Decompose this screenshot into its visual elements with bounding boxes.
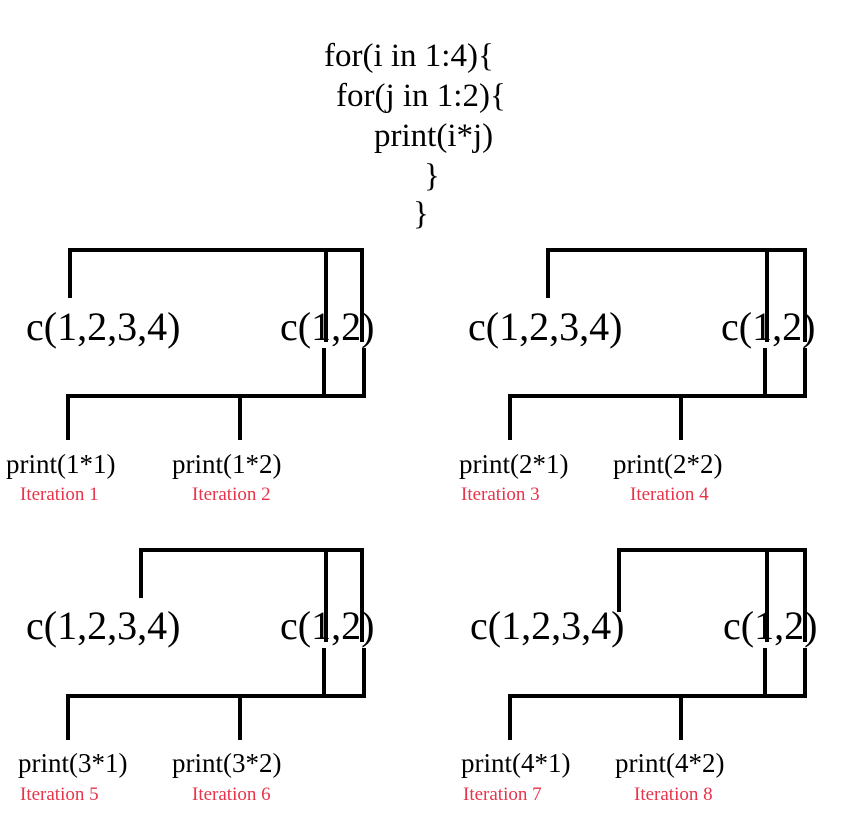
code-line-inner-close: } (424, 158, 440, 194)
code-block: for(i in 1:4){ for(j in 1:2){ print(i*j)… (0, 0, 841, 240)
print-call-1: print(4*1) (461, 748, 571, 778)
inner-loop-return-line (66, 648, 366, 740)
iteration-label-2: Iteration 6 (192, 784, 271, 805)
inner-vector: c(1,2) (723, 603, 818, 648)
outer-vector: c(1,2,3,4) (26, 603, 181, 648)
inner-vector: c(1,2) (721, 304, 816, 349)
outer-vector: c(1,2,3,4) (470, 603, 625, 648)
iteration-panel-i2: c(1,2,3,4) c(1,2) print(2*1) Iteration 3… (441, 240, 841, 530)
code-line-print: print(i*j) (374, 118, 494, 154)
code-line-inner-for: for(j in 1:2){ (336, 78, 506, 114)
iteration-label-1: Iteration 7 (463, 784, 542, 805)
iteration-label-1: Iteration 3 (461, 484, 540, 505)
outer-vector: c(1,2,3,4) (468, 304, 623, 349)
iteration-label-2: Iteration 4 (630, 484, 709, 505)
code-line-outer-for: for(i in 1:4){ (324, 38, 494, 74)
print-call-1: print(2*1) (459, 449, 569, 479)
iteration-label-1: Iteration 1 (20, 484, 99, 505)
inner-vector: c(1,2) (280, 603, 375, 648)
iteration-label-1: Iteration 5 (20, 784, 99, 805)
print-call-1: print(1*1) (6, 449, 116, 479)
print-call-2: print(3*2) (172, 748, 282, 778)
iteration-label-2: Iteration 8 (634, 784, 713, 805)
inner-loop-return-line (508, 348, 807, 440)
inner-loop-return-line (508, 648, 807, 740)
outer-vector: c(1,2,3,4) (26, 304, 181, 349)
code-line-outer-close: } (413, 196, 429, 232)
iteration-label-2: Iteration 2 (192, 484, 271, 505)
print-call-2: print(2*2) (613, 449, 723, 479)
iteration-panel-i4: c(1,2,3,4) c(1,2) print(4*1) Iteration 7… (441, 540, 841, 830)
inner-loop-return-line (66, 348, 366, 440)
print-call-2: print(1*2) (172, 449, 282, 479)
print-call-2: print(4*2) (615, 748, 725, 778)
print-call-1: print(3*1) (18, 748, 128, 778)
inner-vector: c(1,2) (280, 304, 375, 349)
iteration-panel-i1: c(1,2,3,4) c(1,2) print(1*1) Iteration 1… (0, 240, 420, 530)
iteration-panel-i3: c(1,2,3,4) c(1,2) print(3*1) Iteration 5… (0, 540, 420, 830)
